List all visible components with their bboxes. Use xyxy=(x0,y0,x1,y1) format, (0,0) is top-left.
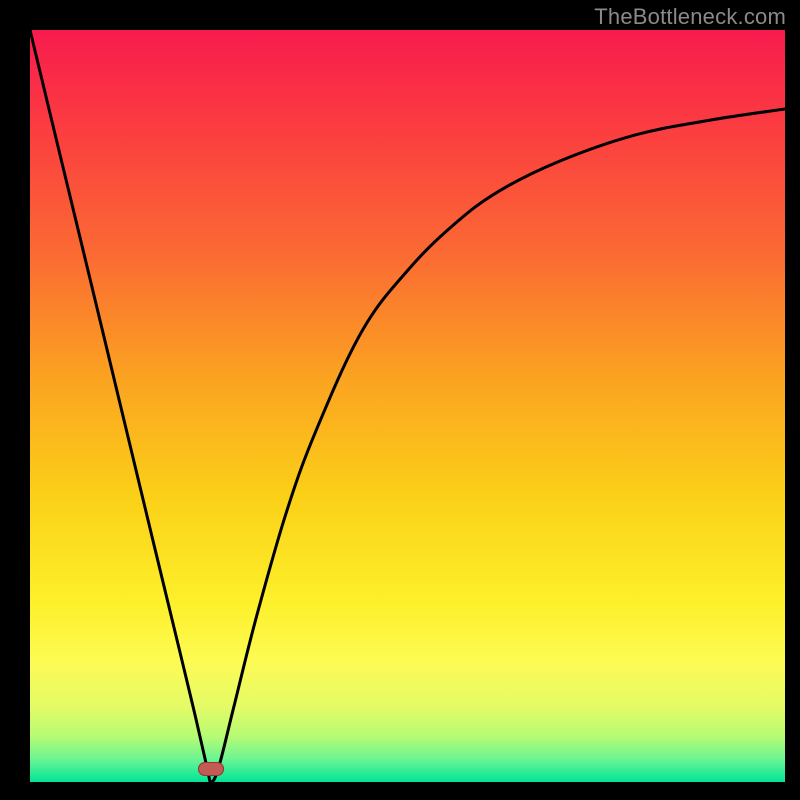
bottleneck-curve xyxy=(30,30,785,782)
watermark-label: TheBottleneck.com xyxy=(594,4,786,30)
plot-area xyxy=(30,30,785,782)
optimal-point-marker xyxy=(198,762,224,776)
chart-stage: TheBottleneck.com xyxy=(0,0,800,800)
bottleneck-curve-path xyxy=(30,30,785,782)
